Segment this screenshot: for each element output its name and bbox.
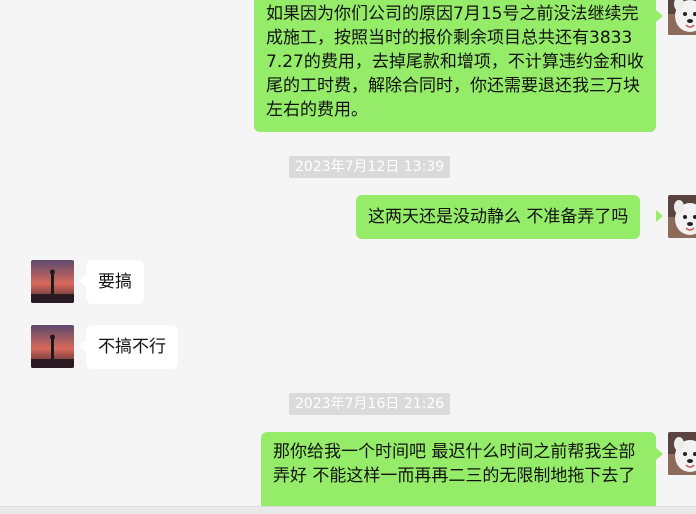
bubble-tail — [656, 210, 663, 222]
sunset-figure-icon — [31, 260, 74, 303]
outgoing-message-bubble[interactable]: 这两天还是没动静么 不准备弄了吗 — [356, 195, 641, 239]
bubble-tail — [79, 340, 86, 352]
my-avatar[interactable] — [668, 432, 696, 475]
bubble-tail — [656, 10, 663, 22]
outgoing-message-bubble[interactable]: 那你给我一个时间吧 最迟什么时间之前帮我全部弄好 不能这样一而再再二三的无限制地… — [261, 432, 656, 514]
message-text: 如果因为你们公司的原因7月15号之前没法继续完成施工，按照当时的报价剩余项目总共… — [266, 4, 644, 120]
my-avatar[interactable] — [668, 0, 696, 35]
bubble-tail — [656, 448, 663, 460]
input-area-edge — [0, 506, 696, 514]
contact-avatar[interactable] — [31, 260, 74, 303]
timestamp-label: 2023年7月12日 13:39 — [289, 156, 451, 178]
samoyed-dog-icon — [668, 432, 696, 475]
samoyed-dog-icon — [668, 195, 696, 238]
incoming-message-bubble[interactable]: 要搞 — [86, 260, 144, 304]
chat-message-area[interactable]: 如果因为你们公司的原因7月15号之前没法继续完成施工，按照当时的报价剩余项目总共… — [0, 0, 696, 514]
sunset-figure-icon — [31, 325, 74, 368]
message-text: 那你给我一个时间吧 最迟什么时间之前帮我全部弄好 不能这样一而再再二三的无限制地… — [273, 442, 636, 486]
message-text: 要搞 — [98, 272, 132, 292]
my-avatar[interactable] — [668, 195, 696, 238]
timestamp-label: 2023年7月16日 21:26 — [289, 393, 451, 415]
bubble-tail — [79, 275, 86, 287]
incoming-message-bubble[interactable]: 不搞不行 — [86, 325, 178, 369]
message-text: 这两天还是没动静么 不准备弄了吗 — [368, 207, 629, 227]
samoyed-dog-icon — [668, 0, 696, 35]
outgoing-message-bubble[interactable]: 如果因为你们公司的原因7月15号之前没法继续完成施工，按照当时的报价剩余项目总共… — [254, 0, 656, 132]
message-text: 不搞不行 — [98, 337, 166, 357]
contact-avatar[interactable] — [31, 325, 74, 368]
